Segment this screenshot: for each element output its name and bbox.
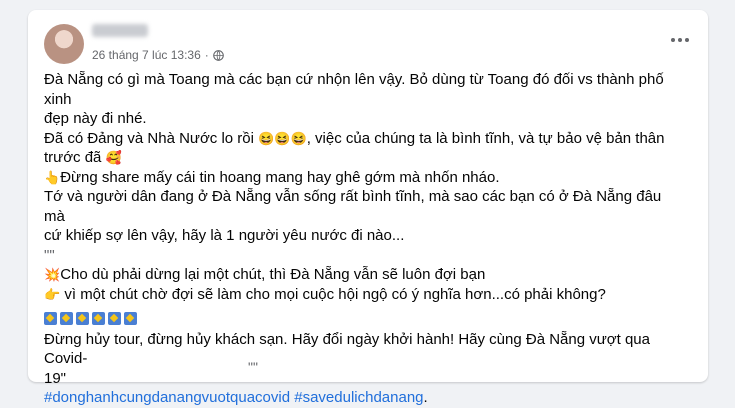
post-card: 26 tháng 7 lúc 13:36 · Đà Nẵng có gì mà …	[28, 10, 708, 406]
hashtag-link[interactable]: #donghanhcungdanangvuotquacovid	[44, 389, 290, 406]
post-line: cứ khiếp sợ lên vậy, hãy là 1 người yêu …	[44, 227, 405, 244]
star-emoji-icon	[44, 312, 57, 325]
post-line: 19"	[44, 369, 67, 387]
meta-separator: ·	[204, 48, 209, 62]
star-emoji-icon	[92, 312, 105, 325]
collision-emoji-icon: 💥	[44, 267, 61, 282]
quote-marks: ""	[44, 246, 55, 264]
post-line: 👉 vì một chút chờ đợi sẽ làm cho mọi cuộ…	[44, 285, 606, 303]
more-options-button[interactable]	[666, 30, 694, 50]
pointing-right-emoji-icon: 👉	[44, 286, 61, 302]
heart-face-emoji-icon: 🥰	[105, 150, 122, 165]
author-name-blurred[interactable]	[92, 24, 148, 37]
star-emoji-icon	[60, 312, 73, 325]
post-line: Đã có Đảng và Nhà Nước lo rồi 😆😆😆, việc …	[44, 129, 665, 147]
post-line: 💥Cho dù phải dừng lại một chút, thì Đà N…	[44, 266, 486, 283]
post-body: Đà Nẵng có gì mà Toang mà các bạn cứ nhộ…	[44, 70, 684, 408]
pointing-up-emoji-icon: 👆	[44, 169, 61, 185]
avatar[interactable]	[44, 24, 84, 64]
star-emoji-icon	[124, 312, 137, 325]
post-timestamp[interactable]: 26 tháng 7 lúc 13:36	[92, 48, 201, 62]
globe-icon[interactable]	[212, 49, 224, 61]
hashtags: #donghanhcungdanangvuotquacovid #savedul…	[44, 389, 428, 406]
star-emoji-icon	[76, 312, 89, 325]
post-line: Đừng hủy tour, đừng hủy khách sạn. Hãy đ…	[44, 330, 650, 368]
post-line: trước đã 🥰	[44, 149, 122, 166]
post-line: Đà Nẵng có gì mà Toang mà các bạn cứ nhộ…	[44, 71, 664, 108]
more-options-icon	[671, 38, 675, 42]
post-line: đẹp này đi nhé.	[44, 110, 147, 127]
star-emoji-icon	[108, 312, 121, 325]
star-emoji-row	[44, 310, 684, 330]
hashtag-link[interactable]: #savedulichdanang	[294, 389, 423, 406]
post-meta: 26 tháng 7 lúc 13:36 ·	[92, 48, 224, 62]
post-line: Tớ và người dân đang ở Đà Nẵng vẫn sống …	[44, 188, 662, 225]
trailing-quote-marks: ""	[248, 359, 258, 375]
laughing-emoji-icon: 😆😆😆	[258, 130, 307, 146]
post-line: 👆Đừng share mấy cái tin hoang mang hay g…	[44, 168, 500, 186]
